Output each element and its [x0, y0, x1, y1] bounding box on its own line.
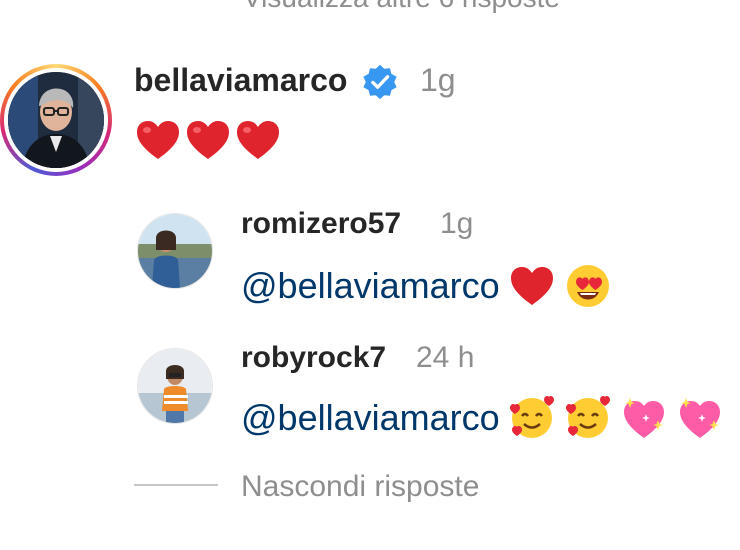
red-heart-icon — [187, 121, 229, 159]
reply-time: 24 h — [416, 341, 475, 374]
verified-badge-icon — [363, 64, 397, 100]
reply-time: 1g — [440, 207, 474, 240]
avatar[interactable] — [137, 348, 213, 424]
avatar-photo — [138, 349, 212, 423]
red-heart-icon — [237, 121, 279, 159]
avatar-photo — [138, 214, 212, 288]
comment-text — [134, 116, 282, 164]
reply-text: @bellaviamarco — [241, 394, 724, 442]
comment-time: 1g — [420, 62, 456, 98]
avatar[interactable] — [8, 72, 104, 168]
smiling-face-with-hearts-icon — [565, 396, 610, 438]
reply-text: @bellaviamarco — [241, 262, 612, 310]
avatar[interactable] — [137, 213, 213, 289]
red-heart-icon — [510, 267, 553, 305]
comment-username[interactable]: bellaviamarco — [134, 62, 347, 99]
mention-link[interactable]: @bellaviamarco — [241, 397, 500, 439]
replies-divider — [134, 484, 218, 486]
reply-username[interactable]: robyrock7 — [241, 341, 386, 375]
red-heart-icon — [137, 121, 179, 159]
heart-eyes-face-icon — [566, 265, 609, 307]
sparkling-heart-icon — [679, 398, 720, 438]
mention-link[interactable]: @bellaviamarco — [241, 265, 500, 307]
smiling-face-with-hearts-icon — [509, 396, 554, 438]
hide-replies-button[interactable]: Nascondi risposte — [241, 470, 479, 504]
reply-username[interactable]: romizero57 — [241, 207, 401, 241]
avatar-photo — [8, 72, 104, 168]
sparkling-heart-icon — [623, 398, 664, 438]
view-more-replies-link[interactable]: Visualizza altre 6 risposte — [243, 0, 560, 14]
